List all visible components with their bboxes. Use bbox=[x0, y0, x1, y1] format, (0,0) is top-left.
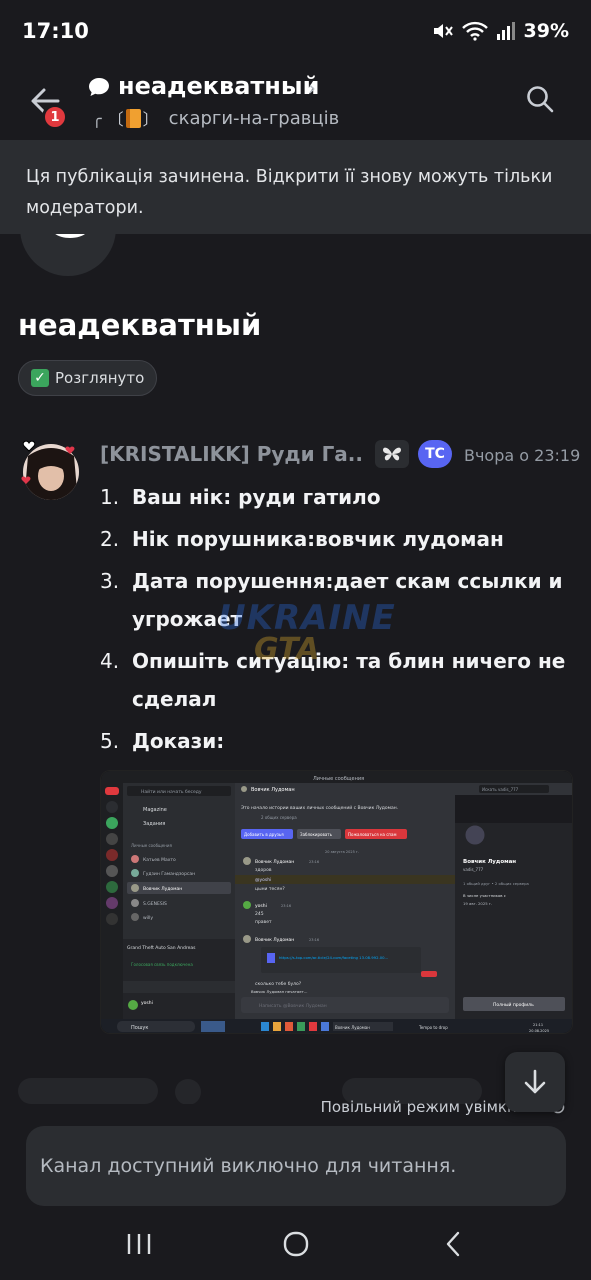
svg-text:Пошук: Пошук bbox=[131, 1025, 148, 1031]
signal-icon bbox=[496, 22, 515, 40]
thread-header: неадекватный › ╭ 〔〕 скарги-на-гравців bbox=[0, 62, 591, 140]
image-attachment[interactable]: Личные сообщения Найти или начать беседу… bbox=[100, 770, 573, 1034]
svg-text:здоров: здоров bbox=[255, 868, 272, 873]
battery-level: 39% bbox=[523, 20, 569, 42]
svg-text:20.08.2025: 20.08.2025 bbox=[529, 1029, 549, 1033]
tag-label: Розглянуто bbox=[55, 369, 145, 387]
svg-text:Задания: Задания bbox=[143, 821, 165, 827]
system-back-button[interactable] bbox=[423, 1219, 483, 1269]
svg-text:Вовчик Лудоман: Вовчик Лудоман bbox=[143, 886, 182, 892]
svg-text:Гудзин Гамандзорсан: Гудзин Гамандзорсан bbox=[143, 871, 195, 877]
list-item: 5. Докази: bbox=[100, 729, 225, 753]
list-item: 2. Нік порушника:вовчик лудоман bbox=[100, 527, 504, 551]
status-time: 17:10 bbox=[22, 19, 89, 43]
check-mark-icon: ✓ bbox=[31, 369, 49, 387]
channel-name: скарги-на-гравців bbox=[168, 107, 340, 129]
search-icon[interactable] bbox=[525, 84, 555, 114]
svg-text:Вовчик Лудоман печатает...: Вовчик Лудоман печатает... bbox=[251, 989, 307, 994]
svg-text:willy: willy bbox=[143, 915, 153, 921]
system-nav-bar bbox=[0, 1208, 591, 1280]
svg-text:yoshi: yoshi bbox=[255, 903, 267, 909]
butterfly-icon bbox=[375, 440, 409, 468]
svg-text:1 общий друг • 2 общих сервера: 1 общий друг • 2 общих сервера bbox=[463, 881, 529, 886]
svg-text:Вовчик Лудоман: Вовчик Лудоман bbox=[251, 787, 295, 793]
svg-text:Голосовая связь подключена: Голосовая связь подключена bbox=[131, 962, 193, 967]
svg-text:yoshi: yoshi bbox=[141, 1000, 153, 1006]
recent-apps-button[interactable] bbox=[109, 1219, 169, 1269]
message-author[interactable]: [KRISTALIKK] Руди Га... bbox=[100, 442, 362, 466]
svg-text:23:16: 23:16 bbox=[281, 904, 291, 908]
list-item: 4. Опишіть ситуацію: та блин ничего не сд… bbox=[100, 649, 566, 711]
svg-text:245: 245 bbox=[255, 911, 264, 917]
svg-text:@yoshi: @yoshi bbox=[255, 877, 271, 883]
svg-text:Катьев Махто: Катьев Махто bbox=[143, 857, 176, 863]
svg-text:20 августа 2025 г.: 20 августа 2025 г. bbox=[325, 850, 359, 854]
chat-bubble-icon bbox=[89, 78, 109, 96]
jump-to-bottom-button[interactable] bbox=[505, 1052, 565, 1112]
svg-text:Вовчик Лудоман: Вовчик Лудоман bbox=[255, 937, 294, 943]
list-item: 3. Дата порушення:дает скам ссылки и угро… bbox=[100, 569, 563, 631]
svg-text:2 общих сервера: 2 общих сервера bbox=[261, 815, 297, 820]
role-badge: TC bbox=[418, 440, 452, 468]
svg-text:Tempo to drop: Tempo to drop bbox=[418, 1025, 448, 1030]
svg-text:В числе участников с: В числе участников с bbox=[463, 893, 506, 898]
post-title: неадекватный bbox=[18, 308, 262, 342]
recent-apps-icon bbox=[127, 1234, 150, 1254]
svg-text:Вовчик Лудоман: Вовчик Лудоман bbox=[463, 859, 516, 865]
svg-text:сколько тебе було?: сколько тебе було? bbox=[255, 981, 302, 987]
svg-text:Пожаловаться на спам: Пожаловаться на спам bbox=[348, 832, 397, 837]
wifi-icon bbox=[461, 21, 488, 41]
svg-text:S.GENESIS: S.GENESIS bbox=[143, 901, 167, 907]
thread-title[interactable]: неадекватный bbox=[118, 72, 319, 100]
home-button[interactable] bbox=[266, 1219, 326, 1269]
message-body: 1. Ваш нік: руди гатило 2. Нік порушника:в… bbox=[100, 478, 575, 764]
mute-icon bbox=[433, 24, 453, 38]
avatar[interactable] bbox=[18, 436, 84, 502]
svg-text:Найти или начать беседу: Найти или начать беседу bbox=[141, 788, 202, 795]
svg-text:vadis_777: vadis_777 bbox=[463, 867, 484, 872]
chevron-left-icon bbox=[446, 1231, 459, 1257]
attachment-window-title: Личные сообщения bbox=[313, 776, 364, 782]
svg-text:23:16: 23:16 bbox=[309, 938, 319, 942]
channel-breadcrumb[interactable]: ╭ 〔〕 скарги-на-гравців bbox=[92, 106, 339, 130]
svg-text:Вовчик Лудоман: Вовчик Лудоман bbox=[335, 1025, 370, 1030]
svg-text:Вовчик Лудоман: Вовчик Лудоман bbox=[255, 859, 294, 865]
svg-text:23:16: 23:16 bbox=[309, 860, 319, 864]
svg-text:Это начало истории ваших личны: Это начало истории ваших личных сообщени… bbox=[241, 804, 398, 811]
svg-text:Искать vadis_777: Искать vadis_777 bbox=[482, 787, 519, 792]
read-only-notice: Канал доступний виключно для читання. bbox=[26, 1126, 566, 1206]
status-bar: 17:10 39% bbox=[0, 0, 591, 62]
chevron-right-icon[interactable]: › bbox=[308, 76, 316, 100]
arrow-down-icon bbox=[524, 1069, 546, 1094]
svg-text:Заблокировать: Заблокировать bbox=[300, 832, 333, 837]
svg-text:Полный профиль: Полный профиль bbox=[493, 1001, 534, 1008]
svg-text:https://s-top.com/ar-ticle/24.: https://s-top.com/ar-ticle/24.com/faceti… bbox=[279, 955, 388, 960]
svg-text:21:11: 21:11 bbox=[533, 1023, 543, 1027]
svg-text:Добавить в друзья: Добавить в друзья bbox=[244, 832, 284, 837]
home-icon bbox=[283, 1231, 308, 1257]
channel-prefix: ╭ bbox=[92, 108, 102, 128]
unread-badge: 1 bbox=[42, 104, 68, 130]
status-icons: 39% bbox=[432, 20, 569, 42]
locked-post-banner: Ця публікація зачинена. Відкрити її знов… bbox=[0, 140, 591, 234]
book-emoji-icon: 〔〕 bbox=[107, 108, 159, 129]
post-tag[interactable]: ✓ Розглянуто bbox=[18, 360, 158, 396]
svg-text:Личные сообщения: Личные сообщения bbox=[131, 843, 172, 848]
svg-text:правет: правет bbox=[255, 920, 272, 925]
svg-text:Написать @Вовчик Лудоман: Написать @Вовчик Лудоман bbox=[259, 1003, 327, 1009]
svg-text:цыни тесян?: цыни тесян? bbox=[255, 886, 285, 892]
svg-text:Маgazine: Маgazine bbox=[143, 807, 167, 813]
message-timestamp: Вчора о 23:19 bbox=[464, 446, 581, 465]
list-item: 1. Ваш нік: руди гатило bbox=[100, 485, 381, 509]
svg-text:Grand Theft Auto San Andreas: Grand Theft Auto San Andreas bbox=[127, 945, 196, 951]
svg-text:19 авг. 2025 г.: 19 авг. 2025 г. bbox=[463, 901, 492, 906]
